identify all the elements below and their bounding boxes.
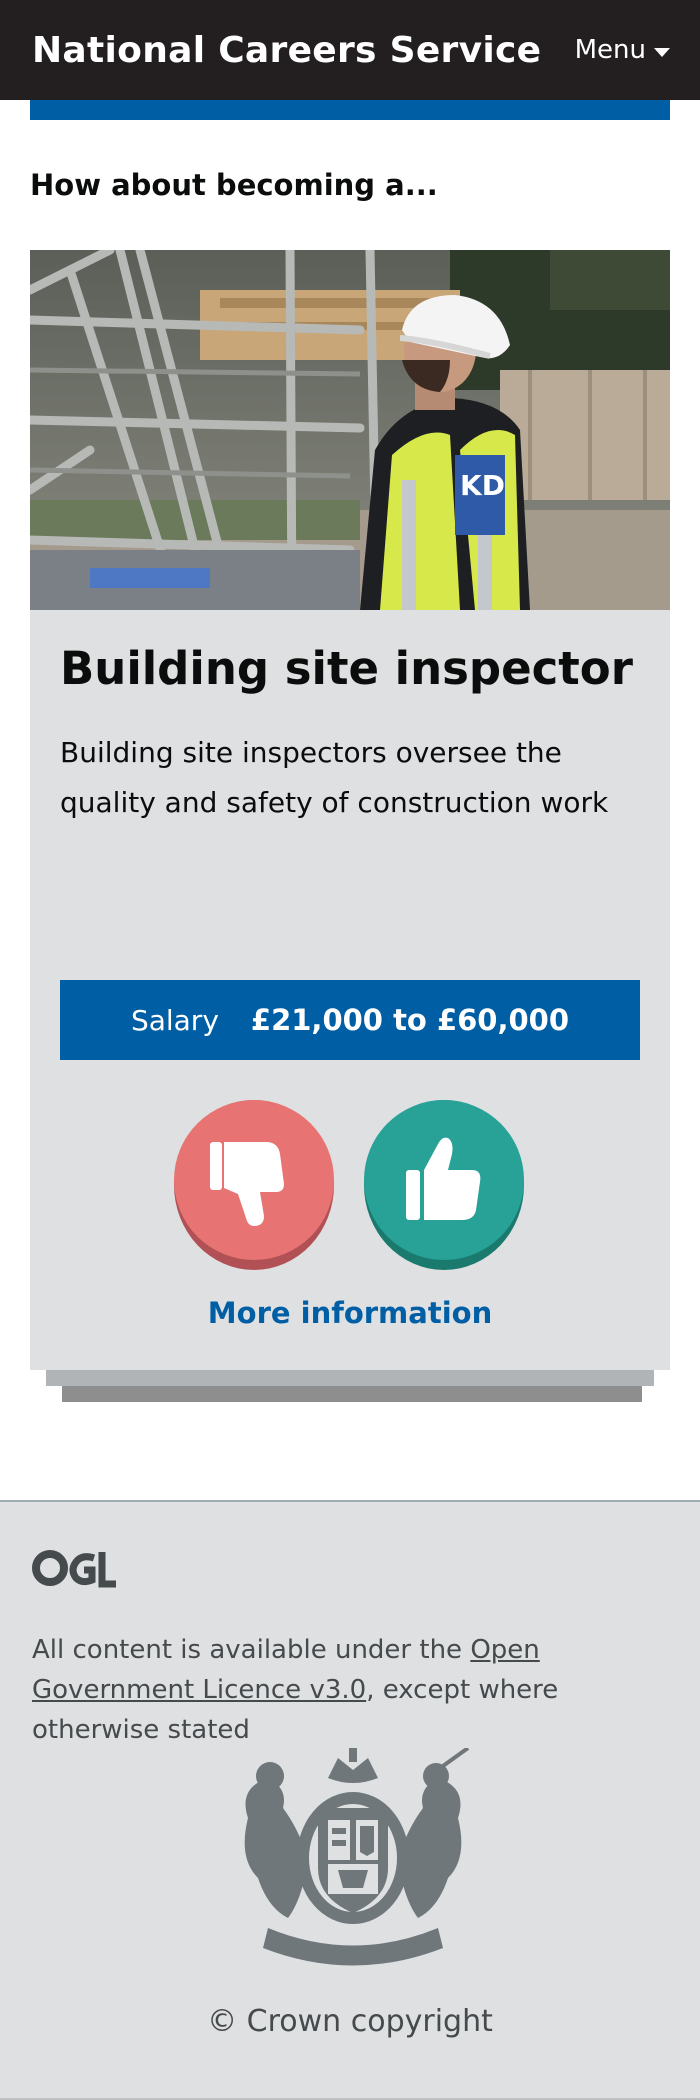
licence-text: All content is available under the Open … [32,1630,672,1750]
site-header: National Careers Service Menu [0,0,700,100]
salary-banner: Salary £21,000 to £60,000 [60,980,640,1060]
thumbs-up-icon [406,1137,481,1220]
site-footer: All content is available under the Open … [0,1500,700,2100]
career-photo: KD [30,250,670,610]
blue-divider-bar [30,100,670,120]
like-button[interactable] [364,1100,524,1270]
section-heading: How about becoming a... [30,168,438,202]
thumbs-down-icon [210,1142,284,1226]
career-card: KD Building site inspector Building site… [30,250,670,1370]
crown-copyright: © Crown copyright [207,2004,493,2039]
salary-value: £21,000 to £60,000 [250,1003,570,1037]
salary-label: Salary [130,1003,219,1037]
career-title: Building site inspector [60,642,633,695]
dislike-button[interactable] [174,1100,334,1270]
royal-coat-of-arms-icon [244,1748,470,1966]
menu-button[interactable]: Menu [575,35,670,65]
site-brand-link[interactable]: National Careers Service [32,30,541,71]
licence-prefix: All content is available under the [32,1635,471,1665]
caret-down-icon [654,47,670,57]
career-description: Building site inspectors oversee the qua… [60,736,609,819]
vest-lettering: KD [460,469,505,502]
more-information-link[interactable]: More information [30,1296,670,1330]
ogl-logo-icon [32,1550,116,1588]
menu-label: Menu [574,35,646,65]
